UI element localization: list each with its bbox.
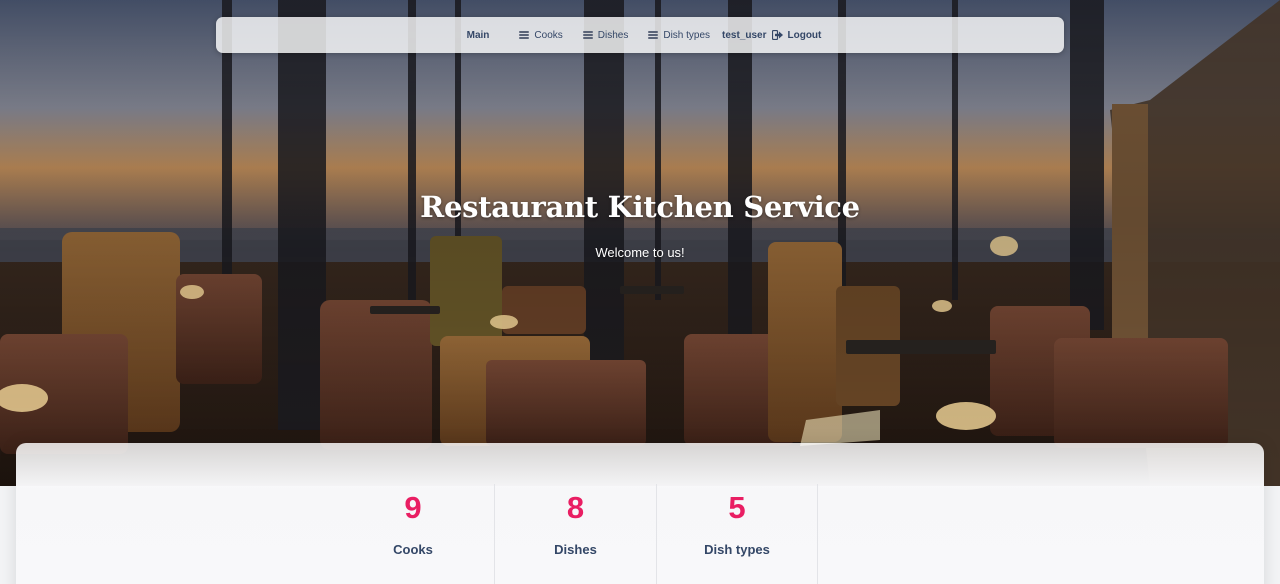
- stat-dishes: 8 Dishes: [494, 484, 656, 584]
- stat-dish-types: 5 Dish types: [656, 484, 818, 584]
- page: Main Cooks Dishes Dish types test_user L…: [0, 0, 1280, 584]
- stats-card: 9 Cooks 8 Dishes 5 Dish types: [16, 443, 1264, 584]
- stat-value: 5: [728, 490, 746, 525]
- nav-cooks-link[interactable]: Cooks: [519, 29, 563, 41]
- logout-label: Logout: [787, 29, 822, 41]
- top-navbar: Main Cooks Dishes Dish types test_user L…: [216, 17, 1064, 53]
- list-icon: [582, 31, 593, 39]
- hero-title: Restaurant Kitchen Service: [420, 190, 860, 224]
- nav-dish-types-link[interactable]: Dish types: [648, 30, 710, 41]
- hero-section: Main Cooks Dishes Dish types test_user L…: [0, 0, 1280, 486]
- stat-value: 9: [404, 490, 422, 525]
- nav-dish-types-label: Dish types: [663, 29, 711, 41]
- stat-cooks: 9 Cooks: [332, 484, 494, 584]
- sign-out-icon: [771, 30, 783, 40]
- stat-value: 8: [566, 490, 585, 525]
- nav-cooks-label: Cooks: [534, 29, 563, 41]
- list-icon: [648, 31, 659, 39]
- logout-link[interactable]: Logout: [771, 29, 822, 41]
- nav-dishes-link[interactable]: Dishes: [582, 29, 629, 41]
- stat-label: Dish types: [704, 542, 770, 557]
- nav-dishes-label: Dishes: [597, 29, 629, 41]
- stats-row: 9 Cooks 8 Dishes 5 Dish types: [332, 484, 818, 584]
- current-username: test_user: [722, 29, 767, 41]
- nav-main-link[interactable]: Main: [467, 30, 490, 41]
- stat-label: Dishes: [554, 542, 597, 557]
- list-icon: [519, 31, 530, 39]
- hero-subtitle: Welcome to us!: [595, 245, 685, 260]
- nav-main-label: Main: [466, 29, 490, 41]
- hero-overlay: [0, 0, 1280, 486]
- stat-label: Cooks: [393, 542, 433, 557]
